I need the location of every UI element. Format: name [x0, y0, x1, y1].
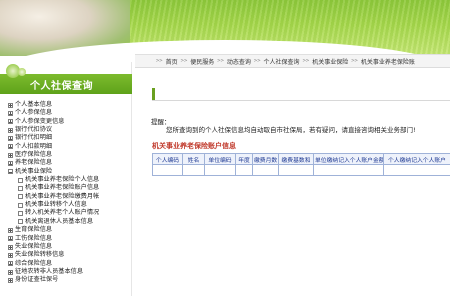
expand-icon[interactable]	[8, 111, 13, 117]
sidebar-item-label: 工伤保险信息	[15, 234, 53, 242]
sidebar-item[interactable]: 机关事业保险	[8, 168, 130, 176]
sidebar-item-label: 养老保险信息	[15, 159, 53, 167]
breadcrumb: >> 首页 >> 便民服务 >> 动态查询 >> 个人社保查询 >> 机关事业保…	[135, 54, 450, 68]
expand-icon[interactable]	[8, 277, 13, 283]
col-name: 姓名	[182, 153, 205, 165]
sidebar-item-label: 生育保险信息	[15, 226, 53, 234]
sidebar-item-label: 银行代扣明细	[15, 134, 53, 142]
sidebar-subitem[interactable]: 机关离退休人员基本信息	[8, 218, 130, 226]
expand-icon[interactable]	[8, 136, 13, 142]
col-personal-amount: 个人缴纳记入个人账户	[383, 153, 450, 165]
sidebar-item-label: 机关离退休人员基本信息	[25, 217, 94, 225]
account-table: 个人编码 姓名 单位编码 年度 缴费月数 缴费基数和 单位缴纳记入个人账户金额 …	[152, 153, 450, 176]
breadcrumb-arrow-icon: >>	[351, 58, 358, 64]
sidebar: 个人社保查询 个人基本信息 个人参保信息 个人参保变更信息 银行代扣协议 银行代扣明细个…	[0, 62, 132, 296]
breadcrumb-arrow-icon: >>	[217, 58, 224, 64]
breadcrumb-pension-account[interactable]: 机关事业养老保险账	[361, 57, 415, 66]
tree-leaf-icon	[18, 177, 23, 183]
sidebar-item[interactable]: 征地农转非人员基本信息	[8, 268, 130, 276]
expand-icon[interactable]	[8, 161, 13, 167]
breadcrumb-arrow-icon: >>	[180, 58, 188, 64]
sidebar-item[interactable]: 工伤保险信息	[8, 235, 130, 243]
expand-icon[interactable]	[8, 127, 13, 133]
section-marker	[152, 88, 155, 100]
table-cell	[235, 164, 253, 176]
table-cell	[383, 164, 450, 176]
sidebar-item-label: 机关事业保险	[15, 167, 53, 175]
sidebar-item[interactable]: 银行代扣明细	[8, 134, 130, 142]
sidebar-title: 个人社保查询	[30, 81, 93, 92]
expand-icon[interactable]	[8, 252, 13, 258]
tree-leaf-icon	[18, 202, 23, 208]
col-person-code: 个人编码	[152, 153, 183, 165]
table-cell	[182, 164, 205, 176]
sidebar-item[interactable]: 个人参保变更信息	[8, 118, 130, 126]
tip-text: 您所查询到的个人社保信息均自动取自市社保局，若有疑问，请直接咨询相关业务部门!	[166, 126, 416, 134]
tree-leaf-icon	[18, 211, 23, 217]
table-cell	[252, 164, 279, 176]
tree-leaf-icon	[18, 186, 23, 192]
sidebar-item[interactable]: 个人扣款明细	[8, 143, 130, 151]
col-base-sum: 缴费基数和	[278, 153, 314, 165]
sidebar-subitem[interactable]: 机关事业养老保险缴费月帐	[8, 193, 130, 201]
tree-leaf-icon	[18, 219, 23, 225]
sidebar-item-label: 征地农转非人员基本信息	[15, 267, 84, 275]
sidebar-item-label: 综合保险信息	[15, 259, 53, 267]
sidebar-item[interactable]: 综合保险信息	[8, 260, 130, 268]
breadcrumb-home[interactable]: 首页	[166, 57, 178, 66]
sidebar-item[interactable]: 身份证查社保号	[8, 276, 130, 284]
sidebar-item-label: 身份证查社保号	[15, 276, 59, 284]
col-unit-amount: 单位缴纳记入个人账户金额	[313, 153, 384, 165]
sidebar-item-label: 失业保险信息	[15, 242, 53, 250]
sidebar-item[interactable]: 失业保险信息	[8, 243, 130, 251]
breadcrumb-arrow-icon: >>	[156, 58, 163, 64]
expand-icon[interactable]	[8, 144, 13, 150]
sidebar-item[interactable]: 生育保险信息	[8, 226, 130, 234]
expand-icon[interactable]	[8, 227, 13, 233]
divider	[152, 100, 450, 101]
section-title: 机关事业养老保险账户信息	[152, 141, 236, 150]
sidebar-item-label: 机关事业养老保险缴费月帐	[25, 192, 100, 200]
expand-icon[interactable]	[8, 102, 13, 108]
table-cell	[152, 164, 183, 176]
table-cell	[278, 164, 314, 176]
expand-icon[interactable]	[8, 152, 13, 158]
sidebar-subitem[interactable]: 机关事业养老保险账户信息	[8, 184, 130, 192]
sidebar-tree: 个人基本信息 个人参保信息 个人参保变更信息 银行代扣协议 银行代扣明细 个人扣款明细 医疗…	[8, 101, 130, 285]
header-banner	[0, 0, 450, 56]
breadcrumb-institution-insurance[interactable]: 机关事业保险	[312, 57, 348, 66]
expand-icon[interactable]	[8, 119, 13, 125]
expand-icon[interactable]	[8, 269, 13, 275]
sidebar-item[interactable]: 失业保险转移信息	[8, 251, 130, 259]
collapse-icon[interactable]	[8, 169, 13, 175]
sidebar-item-label: 个人参保变更信息	[15, 117, 65, 125]
flower-icon	[18, 68, 26, 76]
sidebar-item-label: 转入机关养老个人账户情况	[25, 209, 100, 217]
expand-icon[interactable]	[8, 236, 13, 242]
breadcrumb-arrow-icon: >>	[302, 58, 310, 64]
sidebar-item[interactable]: 养老保险信息	[8, 159, 130, 167]
sidebar-item-label: 失业保险转移信息	[15, 251, 65, 259]
breadcrumb-personal-query[interactable]: 个人社保查询	[264, 57, 300, 66]
sidebar-item-label: 个人扣款明细	[15, 142, 53, 150]
expand-icon[interactable]	[8, 261, 13, 267]
sidebar-item[interactable]: 个人参保信息	[8, 109, 130, 117]
breadcrumb-dynamic-query[interactable]: 动态查询	[227, 57, 251, 66]
tree-leaf-icon	[18, 194, 23, 200]
expand-icon[interactable]	[8, 244, 13, 250]
breadcrumb-arrow-icon: >>	[253, 58, 261, 64]
sidebar-subitem[interactable]: 转入机关养老个人账户情况	[8, 209, 130, 217]
table-cell	[204, 164, 236, 176]
main-content: 提醒： 您所查询到的个人社保信息均自动取自市社保局，若有疑问，请直接咨询相关业务…	[136, 70, 450, 296]
table-header-row: 个人编码 姓名 单位编码 年度 缴费月数 缴费基数和 单位缴纳记入个人账户金额 …	[152, 153, 450, 165]
sidebar-item-label: 个人参保信息	[15, 109, 53, 117]
col-unit-code: 单位编码	[204, 153, 236, 165]
col-year: 年度	[235, 153, 253, 165]
sidebar-item-label: 机关事业养老保险账户信息	[25, 184, 100, 192]
col-months: 缴费月数	[252, 153, 279, 165]
table-cell	[313, 164, 384, 176]
table-row	[152, 164, 450, 176]
breadcrumb-services[interactable]: 便民服务	[190, 57, 214, 66]
sidebar-header: 个人社保查询	[0, 64, 132, 100]
